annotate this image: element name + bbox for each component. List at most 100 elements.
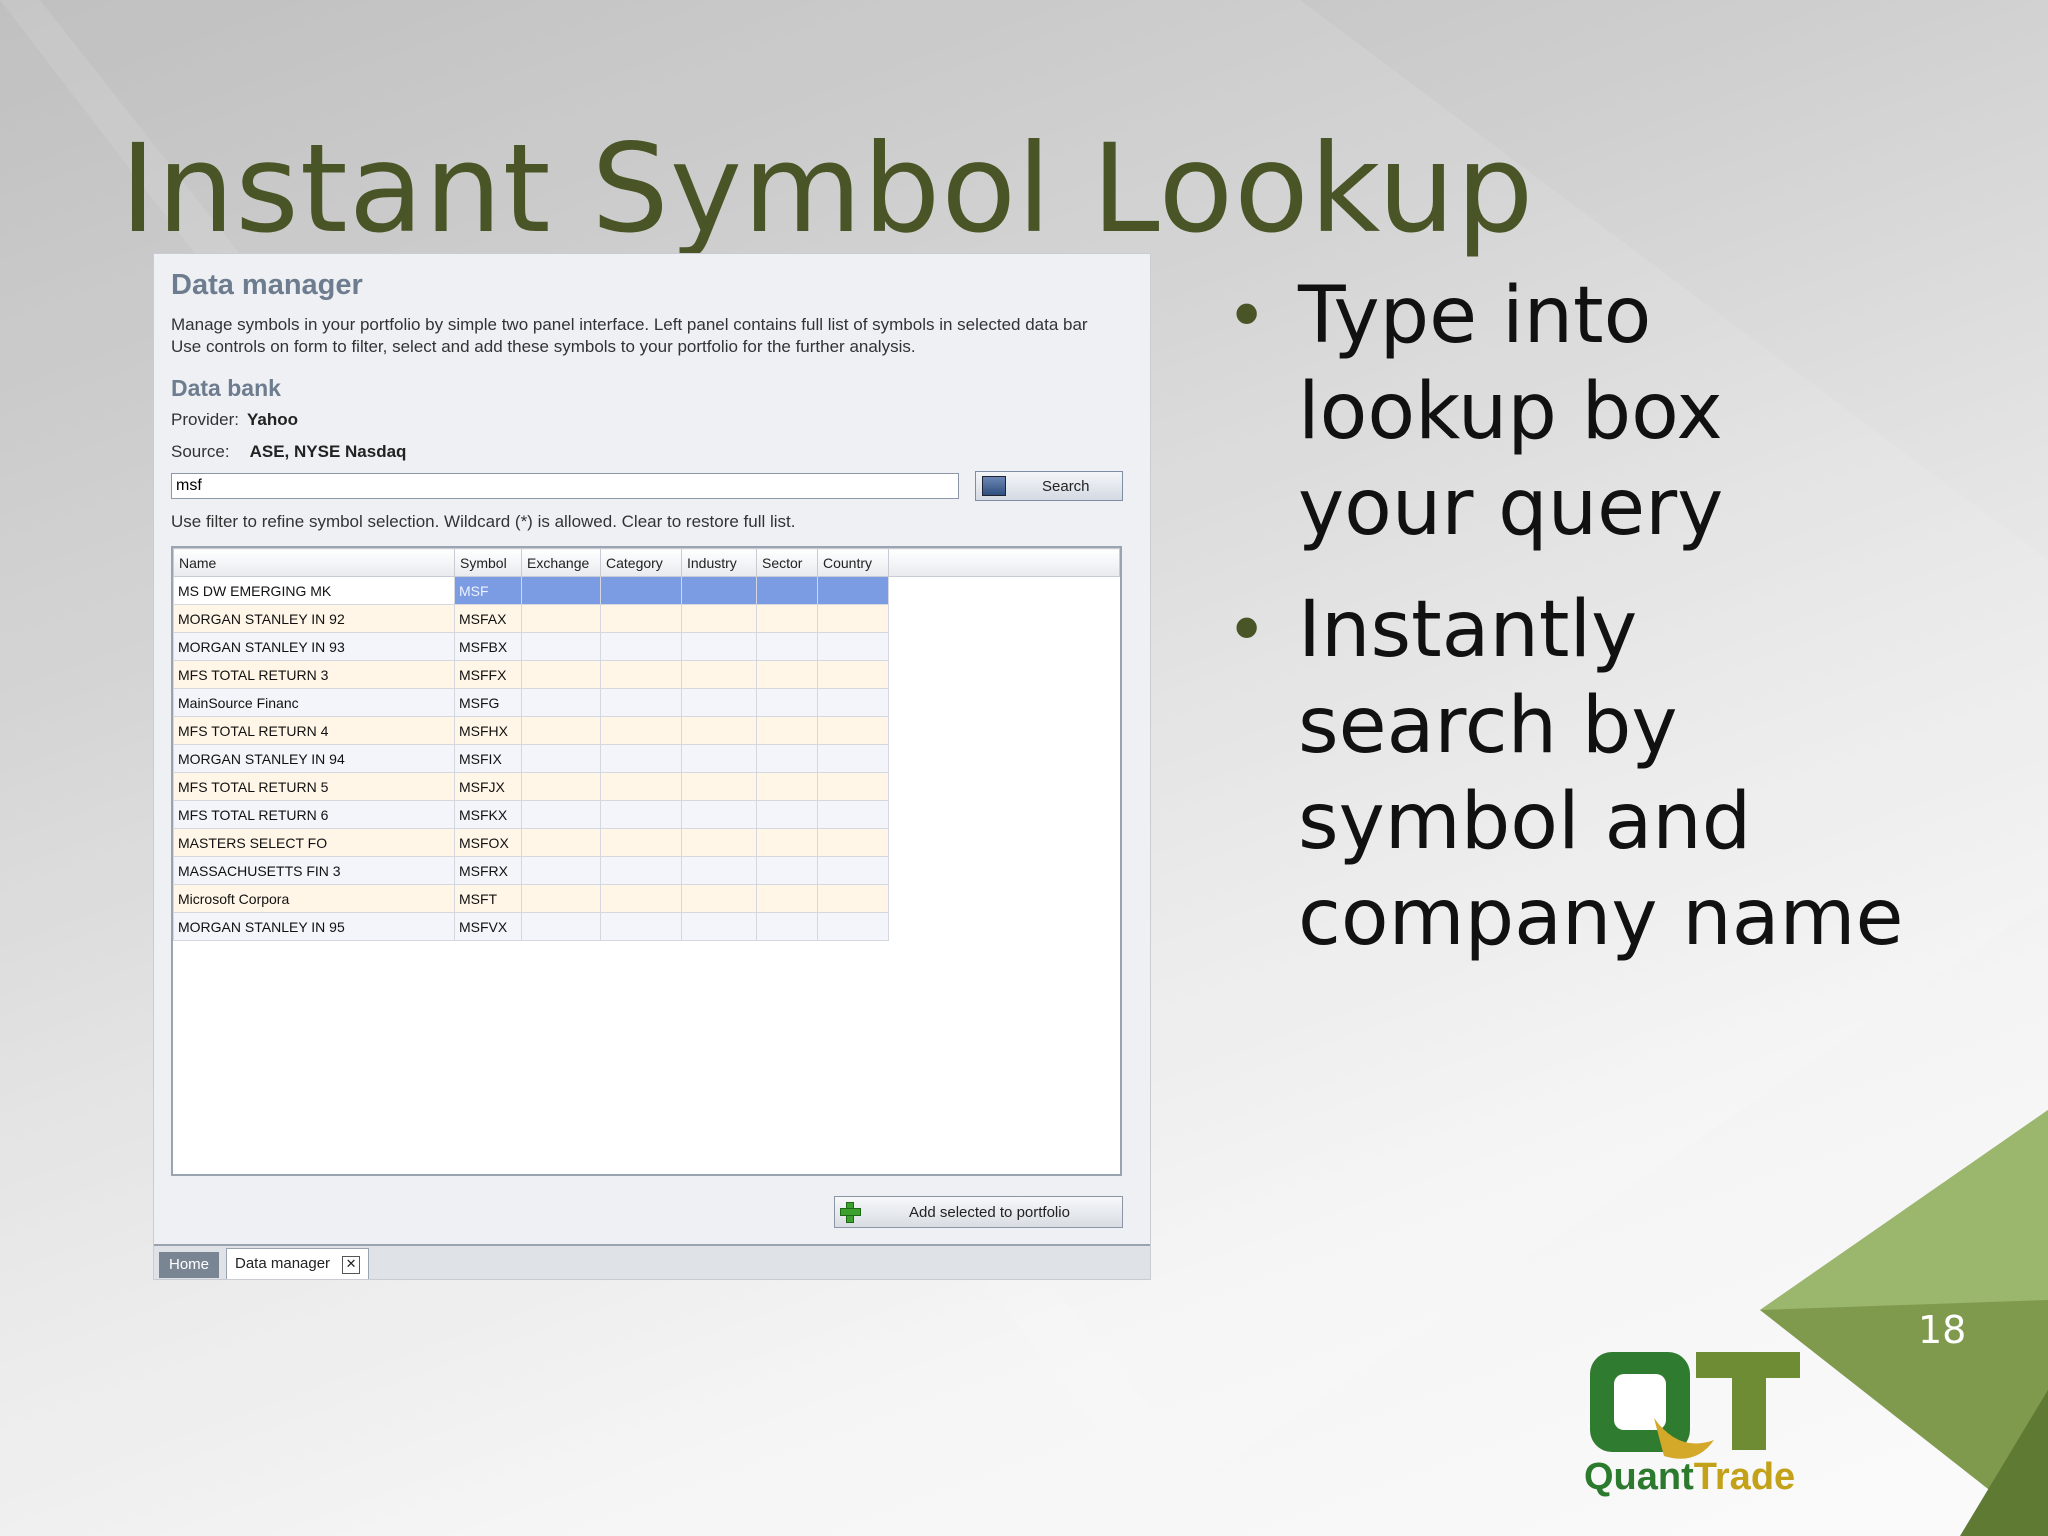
cell-exchange (521, 744, 601, 773)
cell-name: MFS TOTAL RETURN 5 (173, 772, 455, 801)
table-row[interactable]: MORGAN STANLEY IN 92 MSFAX (173, 604, 1120, 633)
app-description: Manage symbols in your portfolio by simp… (171, 314, 1150, 358)
logo-text-part2: Trade (1693, 1456, 1796, 1498)
cell-symbol: MSFIX (454, 744, 522, 773)
cell-filler (888, 828, 1120, 857)
cell-exchange (521, 772, 601, 801)
logo-text-part1: Quant (1584, 1456, 1694, 1498)
cell-industry (681, 716, 757, 745)
source-label: Source: (171, 442, 230, 461)
table-row[interactable]: MS DW EMERGING MK MSF (173, 576, 1120, 605)
cell-exchange (521, 884, 601, 913)
cell-country (817, 744, 889, 773)
cell-name: MASSACHUSETTS FIN 3 (173, 856, 455, 885)
add-to-portfolio-button[interactable]: Add selected to portfolio (834, 1196, 1123, 1228)
cell-exchange (521, 912, 601, 941)
cell-country (817, 660, 889, 689)
cell-symbol: MSFRX (454, 856, 522, 885)
cell-exchange (521, 716, 601, 745)
slide-title: Instant Symbol Lookup (120, 118, 1535, 260)
close-icon[interactable]: ✕ (342, 1256, 361, 1274)
symbol-grid[interactable]: Name Symbol Exchange Category Industry S… (171, 546, 1122, 1176)
cell-industry (681, 688, 757, 717)
cell-name: MS DW EMERGING MK (173, 576, 455, 605)
column-header-sector[interactable]: Sector (756, 548, 818, 577)
cell-industry (681, 604, 757, 633)
column-header-name[interactable]: Name (173, 548, 455, 577)
cell-industry (681, 912, 757, 941)
column-header-industry[interactable]: Industry (681, 548, 757, 577)
cell-name: MORGAN STANLEY IN 94 (173, 744, 455, 773)
search-input[interactable] (171, 473, 959, 499)
table-row[interactable]: MORGAN STANLEY IN 93 MSFBX (173, 632, 1120, 661)
cell-industry (681, 856, 757, 885)
cell-country (817, 856, 889, 885)
table-row[interactable]: MORGAN STANLEY IN 94 MSFIX (173, 744, 1120, 773)
cell-country (817, 800, 889, 829)
cell-country (817, 716, 889, 745)
cell-name: MFS TOTAL RETURN 3 (173, 660, 455, 689)
cell-name: MFS TOTAL RETURN 4 (173, 716, 455, 745)
tab-home[interactable]: Home (159, 1252, 220, 1278)
data-bank-heading: Data bank (171, 375, 281, 401)
table-row[interactable]: MFS TOTAL RETURN 6 MSFKX (173, 800, 1120, 829)
table-row[interactable]: MORGAN STANLEY IN 95 MSFVX (173, 912, 1120, 941)
cell-category (600, 576, 682, 605)
table-row[interactable]: MainSource Financ MSFG (173, 688, 1120, 717)
table-row[interactable]: MFS TOTAL RETURN 4 MSFHX (173, 716, 1120, 745)
cell-sector (756, 688, 818, 717)
cell-name: MORGAN STANLEY IN 95 (173, 912, 455, 941)
bullet-icon: • (1226, 589, 1268, 671)
table-row[interactable]: MASTERS SELECT FO MSFOX (173, 828, 1120, 857)
table-body: MS DW EMERGING MK MSF MORGAN STANLEY IN 92… (173, 576, 1120, 941)
cell-industry (681, 660, 757, 689)
cell-symbol: MSFJX (454, 772, 522, 801)
column-header-country[interactable]: Country (817, 548, 889, 577)
add-button-label: Add selected to portfolio (909, 1203, 1070, 1221)
cell-symbol: MSFT (454, 884, 522, 913)
column-header-category[interactable]: Category (600, 548, 682, 577)
table-row[interactable]: MFS TOTAL RETURN 5 MSFJX (173, 772, 1120, 801)
cell-filler (888, 856, 1120, 885)
cell-industry (681, 800, 757, 829)
column-header-exchange[interactable]: Exchange (521, 548, 601, 577)
cell-filler (888, 576, 1120, 605)
cell-symbol: MSF (454, 576, 522, 605)
cell-filler (888, 660, 1120, 689)
cell-filler (888, 912, 1120, 941)
cell-filler (888, 772, 1120, 801)
cell-exchange (521, 688, 601, 717)
cell-name: MainSource Financ (173, 688, 455, 717)
cell-industry (681, 744, 757, 773)
description-line: Manage symbols in your portfolio by simp… (171, 315, 1088, 334)
cell-filler (888, 744, 1120, 773)
cell-name: Microsoft Corpora (173, 884, 455, 913)
cell-name: MORGAN STANLEY IN 93 (173, 632, 455, 661)
table-row[interactable]: MFS TOTAL RETURN 3 MSFFX (173, 660, 1120, 689)
tab-bar: Home Data manager ✕ (154, 1244, 1150, 1279)
column-header-symbol[interactable]: Symbol (454, 548, 522, 577)
search-icon (982, 476, 1006, 496)
table-row[interactable]: Microsoft Corpora MSFT (173, 884, 1120, 913)
cell-symbol: MSFOX (454, 828, 522, 857)
provider-row: Provider: Yahoo (171, 410, 298, 430)
cell-industry (681, 576, 757, 605)
cell-symbol: MSFVX (454, 912, 522, 941)
provider-label: Provider: (171, 410, 240, 429)
search-button-label: Search (1042, 477, 1090, 495)
logo-text: QuantTrade (1584, 1456, 1795, 1499)
tab-data-manager[interactable]: Data manager ✕ (226, 1248, 370, 1279)
bullet-item: • Type into lookup box your query (1220, 268, 1920, 556)
cell-exchange (521, 604, 601, 633)
table-row[interactable]: MASSACHUSETTS FIN 3 MSFRX (173, 856, 1120, 885)
cell-category (600, 828, 682, 857)
cell-filler (888, 800, 1120, 829)
cell-industry (681, 884, 757, 913)
search-button[interactable]: Search (975, 471, 1123, 501)
description-line: Use controls on form to filter, select a… (171, 337, 916, 356)
bullet-list: • Type into lookup box your query • Instan… (1220, 268, 1920, 992)
bullet-text: Instantly search by symbol and company n… (1298, 585, 1904, 963)
source-row: Source: ASE, NYSE Nasdaq (171, 442, 406, 462)
cell-symbol: MSFG (454, 688, 522, 717)
cell-sector (756, 716, 818, 745)
